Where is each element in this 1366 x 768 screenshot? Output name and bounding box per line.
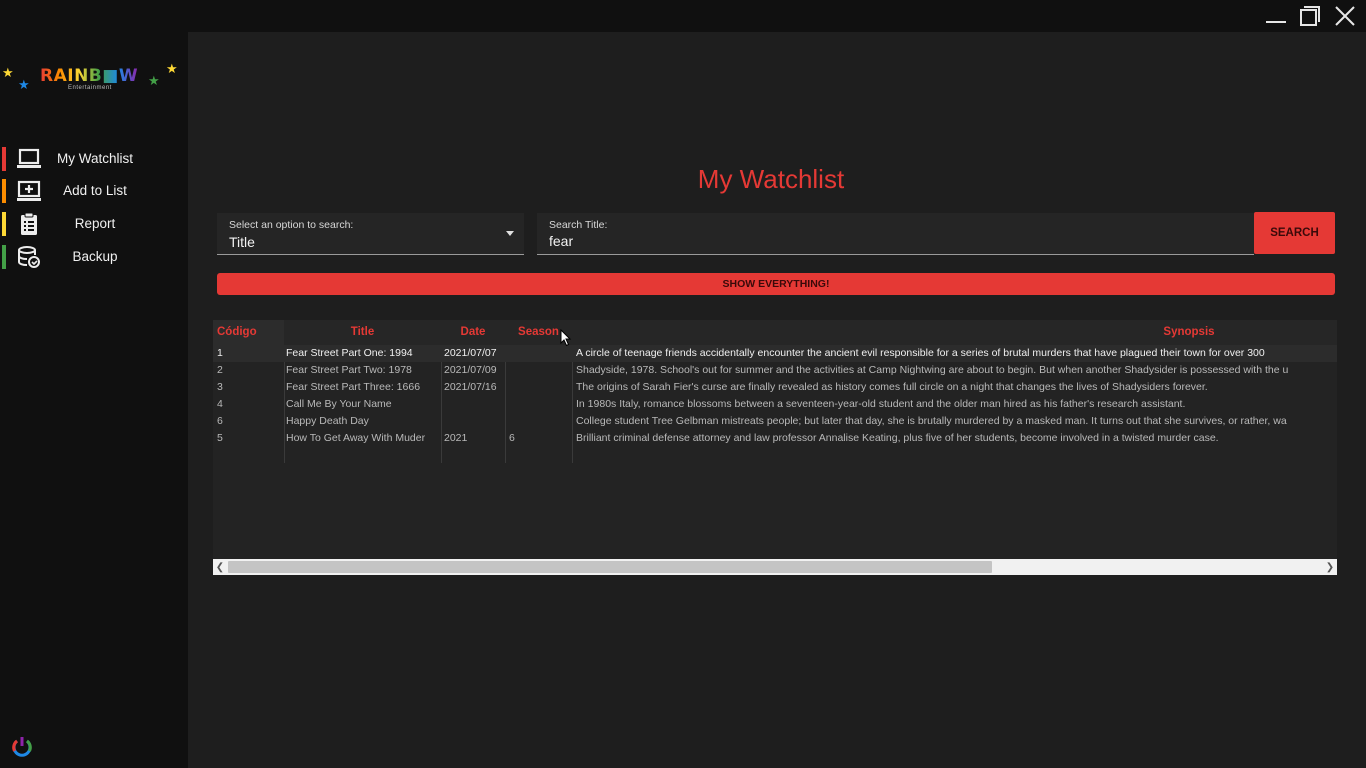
search-title-field[interactable]: Search Title: bbox=[537, 213, 1254, 255]
cell-date: 2021 bbox=[444, 432, 468, 444]
sidebar-item-report[interactable]: Report bbox=[0, 210, 188, 238]
logo-subtext: Entertainment bbox=[68, 85, 112, 91]
accent-bar bbox=[2, 147, 6, 171]
database-icon bbox=[16, 245, 42, 269]
cell-date: 2021/07/09 bbox=[444, 364, 497, 376]
accent-bar bbox=[2, 179, 6, 203]
cell-date: 2021/07/07 bbox=[444, 347, 497, 359]
cell-codigo: 6 bbox=[217, 415, 223, 427]
page-title: My Watchlist bbox=[697, 164, 845, 194]
star-icon: ★ bbox=[18, 77, 30, 92]
cell-synopsis: A circle of teenage friends accidentally… bbox=[576, 347, 1265, 359]
laptop-icon bbox=[16, 147, 42, 171]
cell-title: Fear Street Part One: 1994 bbox=[286, 347, 413, 359]
cell-date: 2021/07/16 bbox=[444, 381, 497, 393]
cell-title: Happy Death Day bbox=[286, 415, 369, 427]
search-option-select[interactable]: Select an option to search: Title bbox=[217, 213, 524, 255]
cell-title: Fear Street Part Three: 1666 bbox=[286, 381, 421, 393]
accent-bar bbox=[2, 212, 6, 236]
column-header-date[interactable]: Date bbox=[441, 326, 505, 338]
clipboard-icon bbox=[16, 212, 42, 236]
table-header: Código Title Date Season Synopsis bbox=[213, 320, 1337, 345]
search-title-input[interactable] bbox=[549, 233, 1239, 249]
horizontal-scrollbar[interactable]: ❮ ❯ bbox=[213, 559, 1337, 575]
cell-codigo: 5 bbox=[217, 432, 223, 444]
cell-season: 6 bbox=[509, 432, 515, 444]
logo-text: RAINB■W bbox=[40, 66, 139, 86]
cell-synopsis: The origins of Sarah Fier's curse are fi… bbox=[576, 381, 1208, 393]
caret-down-icon bbox=[506, 231, 514, 236]
scrollbar-thumb[interactable] bbox=[228, 561, 992, 573]
title-bar bbox=[0, 0, 1366, 32]
table-row[interactable]: 5 How To Get Away With Muder 2021 6 Bril… bbox=[213, 430, 1337, 447]
app-logo: ★ ★ RAINB■W Entertainment ★ ★ bbox=[0, 62, 188, 102]
cell-codigo: 3 bbox=[217, 381, 223, 393]
star-icon: ★ bbox=[148, 73, 160, 88]
cell-codigo: 1 bbox=[217, 347, 223, 359]
sidebar: ★ ★ RAINB■W Entertainment ★ ★ My Watchli… bbox=[0, 32, 188, 768]
search-title-label: Search Title: bbox=[549, 219, 608, 231]
cell-synopsis: In 1980s Italy, romance blossoms between… bbox=[576, 398, 1186, 410]
maximize-icon[interactable] bbox=[1295, 2, 1325, 30]
watchlist-table: Código Title Date Season Synopsis 1 Fear… bbox=[213, 320, 1337, 575]
sidebar-item-my-watchlist[interactable]: My Watchlist bbox=[0, 145, 188, 173]
mouse-cursor-icon bbox=[560, 328, 572, 352]
scroll-right-icon[interactable]: ❯ bbox=[1323, 559, 1337, 575]
column-header-codigo[interactable]: Código bbox=[217, 326, 257, 338]
main-content: My Watchlist Select an option to search:… bbox=[188, 32, 1366, 768]
add-box-icon bbox=[16, 179, 42, 203]
table-row[interactable]: 1 Fear Street Part One: 1994 2021/07/07 … bbox=[213, 345, 1337, 362]
table-row[interactable]: 4 Call Me By Your Name In 1980s Italy, r… bbox=[213, 396, 1337, 413]
search-button[interactable]: SEARCH bbox=[1254, 212, 1335, 254]
sidebar-item-label: Report bbox=[74, 216, 116, 231]
star-icon: ★ bbox=[2, 65, 14, 80]
cell-title: Call Me By Your Name bbox=[286, 398, 392, 410]
scroll-left-icon[interactable]: ❮ bbox=[213, 559, 227, 575]
table-row[interactable]: 6 Happy Death Day College student Tree G… bbox=[213, 413, 1337, 430]
column-header-title[interactable]: Title bbox=[284, 326, 441, 338]
cell-title: Fear Street Part Two: 1978 bbox=[286, 364, 412, 376]
column-header-synopsis[interactable]: Synopsis bbox=[572, 326, 1337, 338]
cell-synopsis: College student Tree Gelbman mistreats p… bbox=[576, 415, 1287, 427]
accent-bar bbox=[2, 245, 6, 269]
sidebar-item-backup[interactable]: Backup bbox=[0, 243, 188, 271]
close-icon[interactable] bbox=[1330, 2, 1360, 30]
cell-synopsis: Brilliant criminal defense attorney and … bbox=[576, 432, 1219, 444]
minimize-icon[interactable] bbox=[1261, 2, 1291, 30]
sidebar-item-label: Add to List bbox=[63, 183, 127, 198]
table-row[interactable]: 2 Fear Street Part Two: 1978 2021/07/09 … bbox=[213, 362, 1337, 379]
cell-synopsis: Shadyside, 1978. School's out for summer… bbox=[576, 364, 1289, 376]
power-icon[interactable] bbox=[10, 735, 34, 759]
search-option-label: Select an option to search: bbox=[229, 219, 354, 231]
cell-codigo: 2 bbox=[217, 364, 223, 376]
sidebar-item-label: Backup bbox=[72, 249, 118, 264]
sidebar-item-add-to-list[interactable]: Add to List bbox=[0, 177, 188, 205]
show-everything-button[interactable]: SHOW EVERYTHING! bbox=[217, 273, 1335, 295]
table-row[interactable]: 3 Fear Street Part Three: 1666 2021/07/1… bbox=[213, 379, 1337, 396]
search-option-value: Title bbox=[229, 234, 255, 250]
cell-codigo: 4 bbox=[217, 398, 223, 410]
star-icon: ★ bbox=[166, 61, 178, 76]
sidebar-item-label: My Watchlist bbox=[56, 151, 133, 166]
cell-title: How To Get Away With Muder bbox=[286, 432, 426, 444]
